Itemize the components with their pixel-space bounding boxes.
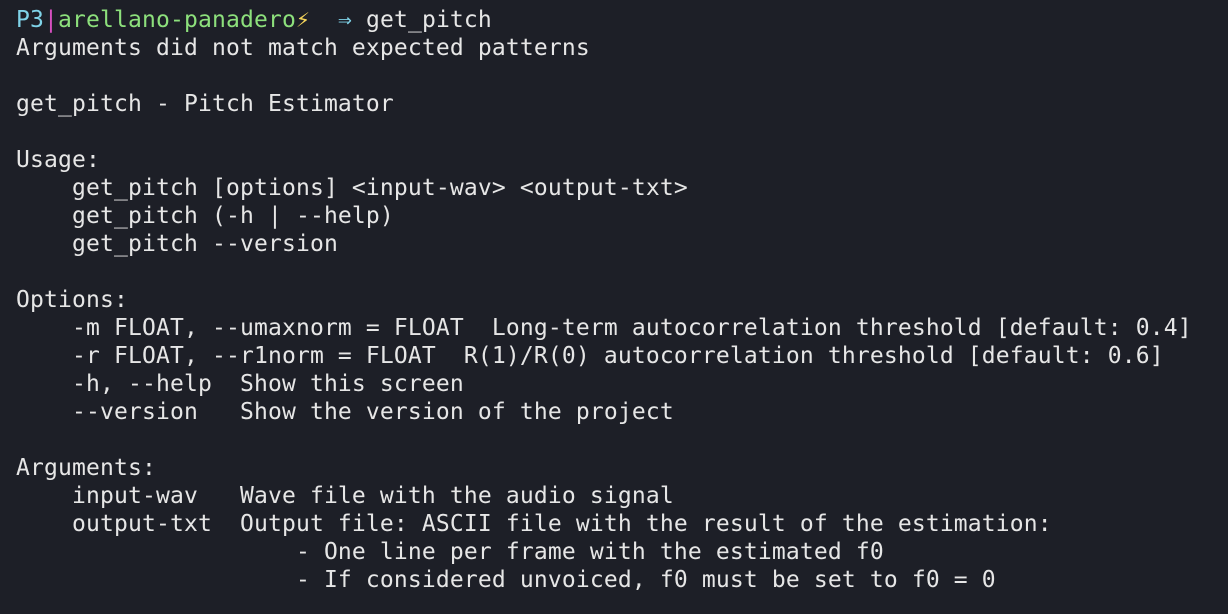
- argument-line: output-txt Output file: ASCII file with …: [16, 511, 1052, 537]
- prompt-command: get_pitch: [365, 7, 492, 33]
- argument-line: - If considered unvoiced, f0 must be set…: [16, 567, 996, 593]
- option-line: --version Show the version of the projec…: [16, 399, 674, 425]
- options-header: Options:: [16, 287, 128, 313]
- prompt-separator: |: [44, 7, 58, 33]
- usage-line: get_pitch --version: [16, 231, 338, 257]
- option-line: -m FLOAT, --umaxnorm = FLOAT Long-term a…: [16, 315, 1192, 341]
- usage-header: Usage:: [16, 147, 100, 173]
- prompt-host: P3: [16, 7, 44, 33]
- usage-line: get_pitch [options] <input-wav> <output-…: [16, 175, 688, 201]
- argument-line: input-wav Wave file with the audio signa…: [16, 483, 674, 509]
- option-line: -h, --help Show this screen: [16, 371, 464, 397]
- argument-line: - One line per frame with the estimated …: [16, 539, 884, 565]
- error-message: Arguments did not match expected pattern…: [16, 35, 590, 61]
- bolt-icon: ⚡: [295, 7, 310, 33]
- program-title: get_pitch - Pitch Estimator: [16, 91, 394, 117]
- arguments-header: Arguments:: [16, 455, 156, 481]
- option-line: -r FLOAT, --r1norm = FLOAT R(1)/R(0) aut…: [16, 343, 1164, 369]
- prompt-line: P3|arellano-panadero⚡ ⇒ get_pitch: [16, 6, 1228, 34]
- prompt-branch: arellano-panadero: [58, 7, 296, 33]
- terminal-window[interactable]: P3|arellano-panadero⚡ ⇒ get_pitch Argume…: [0, 0, 1228, 614]
- arrow-icon: ⇒: [337, 7, 352, 33]
- usage-line: get_pitch (-h | --help): [16, 203, 394, 229]
